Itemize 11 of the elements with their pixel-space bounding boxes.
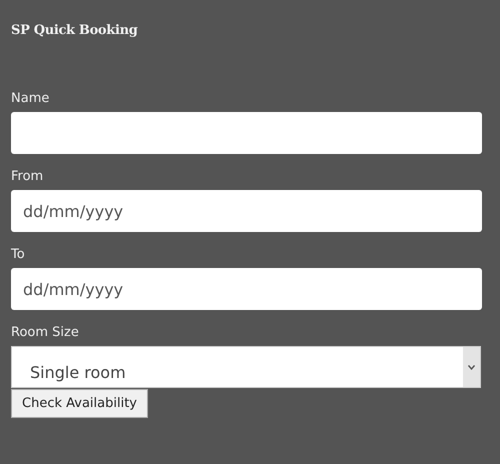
input-field[interactable] — [11, 112, 482, 154]
date-field[interactable]: dd/mm/yyyy — [11, 190, 482, 232]
field-label: To — [11, 246, 25, 264]
form-title: SP Quick Booking — [11, 22, 138, 40]
field-label: Room Size — [11, 324, 79, 342]
field-label: Name — [11, 90, 50, 108]
check-availability-button[interactable]: Check Availability — [11, 389, 148, 418]
room-size-dropdown[interactable]: Single room — [11, 346, 481, 388]
field-label: From — [11, 168, 44, 186]
date-field[interactable]: dd/mm/yyyy — [11, 268, 482, 310]
chevron-down-icon — [468, 364, 475, 370]
